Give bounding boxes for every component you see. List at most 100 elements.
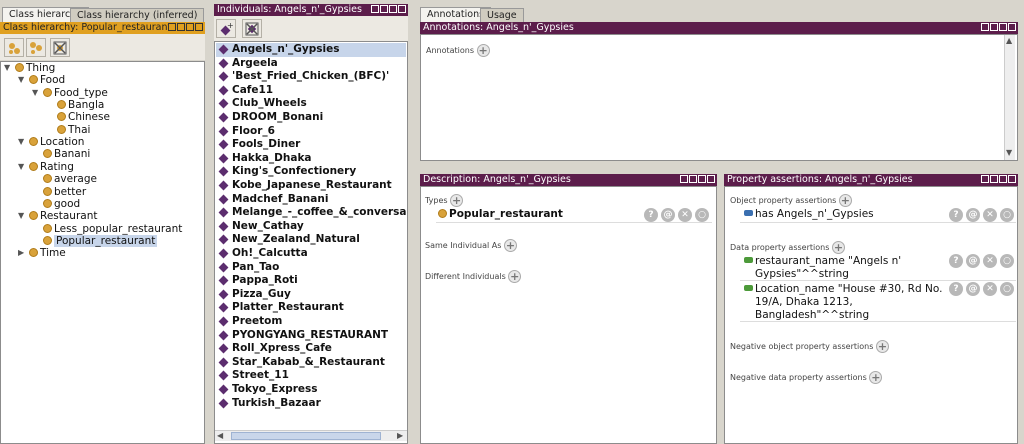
panel-window-buttons[interactable] (168, 23, 203, 31)
class-tree-item[interactable]: Location (29, 136, 84, 148)
individual-list-item[interactable]: Tokyo_Express (216, 383, 406, 397)
annotate-icon[interactable]: @ (966, 254, 980, 268)
add-type-button[interactable]: + (450, 194, 464, 207)
individual-list-item[interactable]: Star_Kabab_&_Restaurant (216, 356, 406, 370)
individual-list-item[interactable]: New_Cathay (216, 220, 406, 234)
individual-list-item[interactable]: DROOM_Bonani (216, 111, 406, 125)
scroll-right-icon[interactable]: ▶ (397, 431, 403, 440)
delete-class-button[interactable] (50, 38, 70, 57)
scroll-up-icon[interactable]: ▲ (1006, 36, 1012, 45)
class-tree-item[interactable]: Thing (15, 62, 55, 74)
individual-list-item[interactable]: King's_Confectionery (216, 165, 406, 179)
individual-list-item[interactable]: New_Zealand_Natural (216, 233, 406, 247)
edit-icon[interactable]: ○ (1000, 282, 1014, 296)
explain-icon[interactable]: ? (949, 254, 963, 268)
add-individual-button[interactable]: + (216, 19, 236, 38)
individual-list-item[interactable]: Cafe11 (216, 84, 406, 98)
individual-list-item[interactable]: 'Best_Fried_Chicken_(BFC)' (216, 70, 406, 84)
edit-icon[interactable]: ○ (1000, 254, 1014, 268)
class-tree-item[interactable]: Restaurant (29, 210, 97, 222)
individual-list-item[interactable]: Melange_-_coffee_&_conversation (216, 206, 406, 220)
individual-list-item[interactable]: Oh!_Calcutta (216, 247, 406, 261)
add-data-property-button[interactable]: + (831, 241, 845, 254)
individual-list-item[interactable]: Street_11 (216, 369, 406, 383)
annotate-icon[interactable]: @ (966, 208, 980, 222)
explain-icon[interactable]: ? (644, 208, 658, 222)
class-tree-item[interactable]: average (43, 173, 97, 185)
tree-expand-icon[interactable]: ▶ (18, 249, 26, 257)
class-tree-item[interactable]: Popular_restaurant (43, 234, 158, 247)
class-tree-item[interactable]: Thai (57, 124, 90, 136)
tree-expand-icon[interactable]: ▼ (18, 162, 26, 171)
tree-expand-icon[interactable]: ▼ (32, 88, 40, 97)
tree-expand-icon[interactable]: ▼ (18, 138, 26, 146)
scroll-left-icon[interactable]: ◀ (217, 431, 223, 440)
edit-icon[interactable]: ○ (695, 208, 709, 222)
individual-list-item[interactable]: Angels_n'_Gypsies (216, 43, 406, 57)
individual-list-item[interactable]: Argeela (216, 57, 406, 71)
individual-list-item[interactable]: Pan_Tao (216, 261, 406, 275)
delete-icon[interactable]: ✕ (983, 208, 997, 222)
class-tree-item[interactable]: Less_popular_restaurant (43, 223, 182, 235)
tree-expand-icon[interactable]: ▼ (18, 212, 26, 220)
individual-list-item[interactable]: Club_Wheels (216, 97, 406, 111)
individual-list-item[interactable]: PYONGYANG_RESTAURANT (216, 329, 406, 343)
individual-list-item[interactable]: Pappa_Roti (216, 274, 406, 288)
tree-expand-icon[interactable]: ▼ (4, 64, 12, 72)
individual-list-item[interactable]: Platter_Restaurant (216, 301, 406, 315)
class-icon (43, 186, 52, 196)
individual-list-item[interactable]: Roll_Xpress_Cafe (216, 342, 406, 356)
data-property-entry-restaurant-name[interactable]: restaurant_name "Angels n' Gypsies"^^str… (744, 255, 901, 281)
delete-icon[interactable]: ✕ (983, 254, 997, 268)
add-sibling-button[interactable] (26, 38, 46, 57)
class-tree-item[interactable]: Time (29, 247, 66, 259)
annotate-icon[interactable]: @ (966, 282, 980, 296)
add-negative-data-property-button[interactable]: + (869, 371, 883, 384)
individual-list-item[interactable]: Turkish_Bazaar (216, 397, 406, 411)
individual-list-item[interactable]: Fools_Diner (216, 138, 406, 152)
data-property-entry-location-name[interactable]: Location_name "House #30, Rd No. 19/A, D… (744, 283, 942, 322)
class-tree-item[interactable]: Food_type (43, 87, 108, 99)
delete-icon[interactable]: ✕ (678, 208, 692, 222)
individuals-horizontal-scrollbar[interactable]: ◀ ▶ (215, 430, 407, 441)
individual-list-item[interactable]: Hakka_Dhaka (216, 152, 406, 166)
class-tree-item[interactable]: good (43, 198, 80, 210)
explain-icon[interactable]: ? (949, 208, 963, 222)
add-negative-object-property-button[interactable]: + (875, 340, 889, 353)
add-different-individual-button[interactable]: + (508, 270, 522, 283)
individual-list-item[interactable]: Kobe_Japanese_Restaurant (216, 179, 406, 193)
delete-icon[interactable]: ✕ (983, 282, 997, 296)
add-subclass-button[interactable] (4, 38, 24, 57)
tab-class-hierarchy-inferred[interactable]: Class hierarchy (inferred) (70, 8, 205, 22)
scroll-down-icon[interactable]: ▼ (1006, 148, 1012, 157)
class-tree-item[interactable]: Rating (29, 161, 74, 173)
individual-list-item[interactable]: Preetom (216, 315, 406, 329)
individual-list-item[interactable]: Pizza_Guy (216, 288, 406, 302)
type-entry[interactable]: Popular_restaurant (438, 208, 563, 220)
object-property-entry[interactable]: has Angels_n'_Gypsies (744, 208, 874, 220)
individual-list-item[interactable]: Madchef_Banani (216, 193, 406, 207)
panel-window-buttons[interactable] (981, 175, 1016, 183)
class-tree-item[interactable]: Bangla (57, 99, 104, 111)
annotate-icon[interactable]: @ (661, 208, 675, 222)
class-icon (43, 235, 52, 245)
class-tree-item[interactable]: Banani (43, 148, 90, 160)
add-same-individual-button[interactable]: + (503, 239, 517, 252)
tree-expand-icon[interactable]: ▼ (18, 76, 26, 84)
edit-icon[interactable]: ○ (1000, 208, 1014, 222)
add-annotation-button[interactable]: + (476, 44, 490, 57)
class-tree-item[interactable]: better (43, 186, 86, 198)
panel-window-buttons[interactable] (981, 23, 1016, 31)
explain-icon[interactable]: ? (949, 282, 963, 296)
scroll-thumb[interactable] (231, 432, 381, 440)
annotations-scrollbar[interactable]: ▲ ▼ (1004, 35, 1015, 160)
individual-icon (218, 85, 229, 96)
tab-usage[interactable]: Usage (480, 8, 524, 22)
delete-individual-button[interactable] (242, 19, 262, 38)
add-object-property-button[interactable]: + (838, 194, 852, 207)
panel-window-buttons[interactable] (371, 5, 406, 13)
class-tree-item[interactable]: Food (29, 74, 65, 86)
individual-list-item[interactable]: Floor_6 (216, 125, 406, 139)
panel-window-buttons[interactable] (680, 175, 715, 183)
class-tree-item[interactable]: Chinese (57, 111, 110, 123)
